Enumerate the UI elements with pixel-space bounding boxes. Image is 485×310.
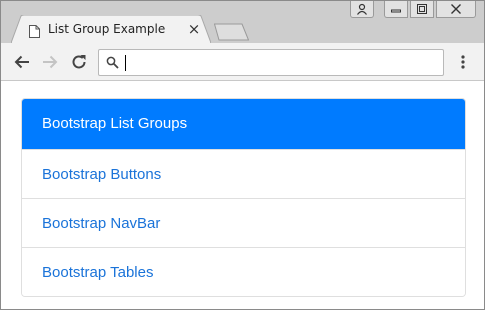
tab-active[interactable]: List Group Example × bbox=[11, 15, 211, 43]
list-item-bootstrap-navbar[interactable]: Bootstrap NavBar bbox=[22, 198, 465, 247]
menu-dots-icon bbox=[461, 55, 465, 69]
list-item-bootstrap-list-groups[interactable]: Bootstrap List Groups bbox=[22, 99, 465, 149]
minimize-icon bbox=[391, 9, 401, 13]
maximize-button[interactable] bbox=[410, 1, 434, 18]
new-tab-button[interactable] bbox=[213, 23, 250, 41]
address-input[interactable] bbox=[123, 53, 433, 72]
browser-toolbar bbox=[1, 43, 484, 81]
reload-button[interactable] bbox=[70, 53, 88, 71]
close-window-button[interactable] bbox=[436, 1, 476, 18]
forward-arrow-icon bbox=[43, 55, 58, 69]
page-icon bbox=[29, 23, 40, 38]
back-arrow-icon bbox=[14, 55, 29, 69]
maximize-icon bbox=[417, 4, 427, 14]
list-item-bootstrap-tables[interactable]: Bootstrap Tables bbox=[22, 247, 465, 296]
tab-close-button[interactable]: × bbox=[187, 22, 201, 37]
window-controls bbox=[350, 1, 476, 18]
list-group: Bootstrap List Groups Bootstrap Buttons … bbox=[21, 98, 466, 297]
user-icon bbox=[357, 3, 367, 15]
browser-menu-button[interactable] bbox=[456, 53, 470, 71]
reload-icon bbox=[72, 55, 86, 69]
tab-strip: List Group Example × bbox=[1, 1, 484, 43]
search-icon bbox=[106, 56, 119, 69]
minimize-button[interactable] bbox=[384, 1, 408, 18]
text-caret bbox=[125, 55, 126, 71]
address-bar[interactable] bbox=[98, 49, 444, 76]
tab-title: List Group Example bbox=[48, 22, 166, 36]
back-button[interactable] bbox=[13, 53, 31, 71]
forward-button[interactable] bbox=[41, 53, 59, 71]
list-item-bootstrap-buttons[interactable]: Bootstrap Buttons bbox=[22, 149, 465, 198]
user-button[interactable] bbox=[350, 1, 374, 18]
browser-window: List Group Example × Bootstrap List Grou… bbox=[0, 0, 485, 310]
new-tab-icon bbox=[213, 23, 250, 41]
close-icon bbox=[451, 4, 461, 14]
page-content: Bootstrap List Groups Bootstrap Buttons … bbox=[1, 81, 484, 309]
